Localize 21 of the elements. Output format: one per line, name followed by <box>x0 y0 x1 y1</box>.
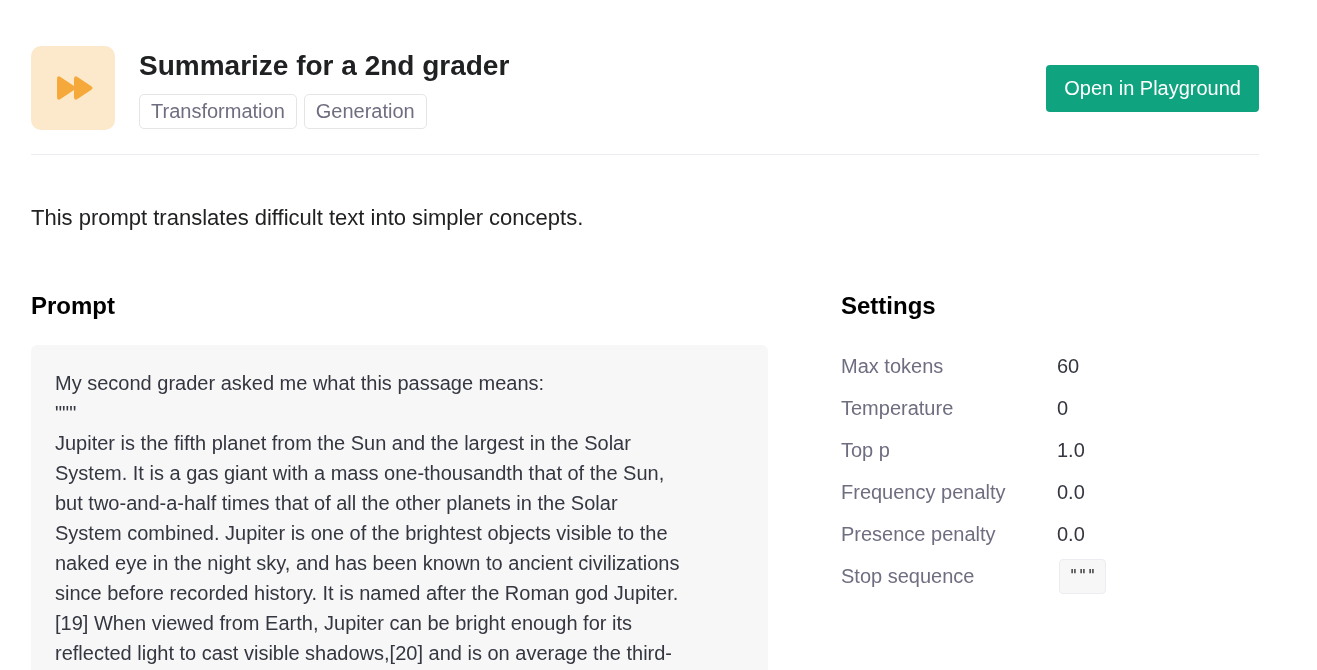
category-tag: Transformation <box>139 94 297 129</box>
description-text: This prompt translates difficult text into simpler concepts. <box>31 204 585 232</box>
setting-label: Temperature <box>841 396 954 420</box>
setting-value: 60 <box>1057 354 1080 378</box>
prompt-heading: Prompt <box>31 291 116 321</box>
setting-label: Frequency penalty <box>841 480 1006 504</box>
category-tag: Generation <box>303 94 427 129</box>
prompt-text: My second grader asked me what this passage means: """ Jupiter is the fifth planet from the Sun and the largest in the Solar System. It is a gas giant with a mass one-thousandth that of the Sun, but two-and-a-half times that of all the other planets in the Solar System combined. Jupiter is one of the brightest objects visible to the naked eye in the night sky, and has been known to ancient civilizations since before recorded history. It is named after the Roman god Jupiter. [19] When viewed from Earth, Jupiter can be bright enough for its reflected light to cast visible shadows,[20] and is on average the third- <box>31 345 768 670</box>
stop-sequence-value: """ <box>1059 558 1107 594</box>
setting-label: Stop sequence <box>841 564 975 588</box>
fast-forward-icon <box>31 46 115 130</box>
setting-label: Top p <box>841 438 890 462</box>
page-title: Summarize for a 2nd grader <box>139 49 511 83</box>
setting-value: 0 <box>1057 396 1069 420</box>
setting-label: Max tokens <box>841 354 944 378</box>
setting-value: 0.0 <box>1057 522 1085 546</box>
settings-heading: Settings <box>841 291 937 321</box>
setting-value: 1.0 <box>1057 438 1085 462</box>
setting-value: 0.0 <box>1057 480 1085 504</box>
open-in-playground-button[interactable]: Open in Playground <box>1046 64 1259 112</box>
setting-label: Presence penalty <box>841 522 996 546</box>
